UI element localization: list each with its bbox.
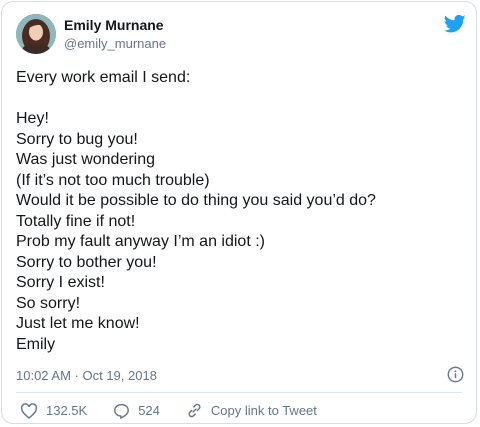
reply-count: 524 — [138, 403, 160, 418]
twitter-bird-icon[interactable] — [444, 14, 466, 34]
tweet-line: Totally fine if not! — [16, 212, 136, 230]
tweet-line: (If it’s not too much trouble) — [16, 171, 210, 189]
tweet-line: Sorry to bug you! — [16, 130, 138, 148]
copy-link-button[interactable]: Copy link to Tweet — [186, 402, 317, 419]
tweet-line: Emily — [16, 335, 56, 353]
author-name[interactable]: Emily Murnane — [64, 17, 164, 33]
tweet-line: Sorry I exist! — [16, 274, 105, 291]
tweet-line: Was just wondering — [16, 151, 156, 168]
tweet-line: Hey! — [16, 110, 49, 127]
tweet-line: Sorry to bother you! — [16, 253, 157, 271]
tweet-text: Every work email I send: Hey! Sorry to b… — [16, 68, 466, 355]
tweet-actions: 132.5K 524 Copy link to Tweet — [20, 402, 343, 419]
heart-icon — [20, 402, 38, 419]
tweet-line: Just let me know! — [16, 315, 140, 332]
copy-link-label: Copy link to Tweet — [210, 403, 317, 418]
tweet-line: Prob my fault anyway I’m an idiot :) — [16, 233, 265, 250]
reply-button[interactable]: 524 — [113, 403, 160, 419]
link-icon — [188, 403, 201, 418]
like-count: 132.5K — [46, 403, 88, 418]
tweet-card: Emily Murnane @emily_murnane Every work … — [1, 1, 477, 424]
tweet-line: Every work email I send: — [16, 69, 191, 86]
info-icon[interactable] — [447, 366, 464, 383]
reply-icon — [114, 403, 130, 419]
tweet-line: Would it be possible to do thing you sai… — [16, 192, 376, 209]
like-button[interactable]: 132.5K — [20, 402, 88, 419]
avatar[interactable] — [16, 14, 56, 54]
author-handle[interactable]: @emily_murnane — [64, 36, 166, 51]
tweet-line: So sorry! — [16, 294, 81, 312]
tweet-timestamp[interactable]: 10:02 AM · Oct 19, 2018 — [16, 368, 157, 383]
tweet-line — [16, 89, 466, 110]
divider — [16, 392, 462, 393]
